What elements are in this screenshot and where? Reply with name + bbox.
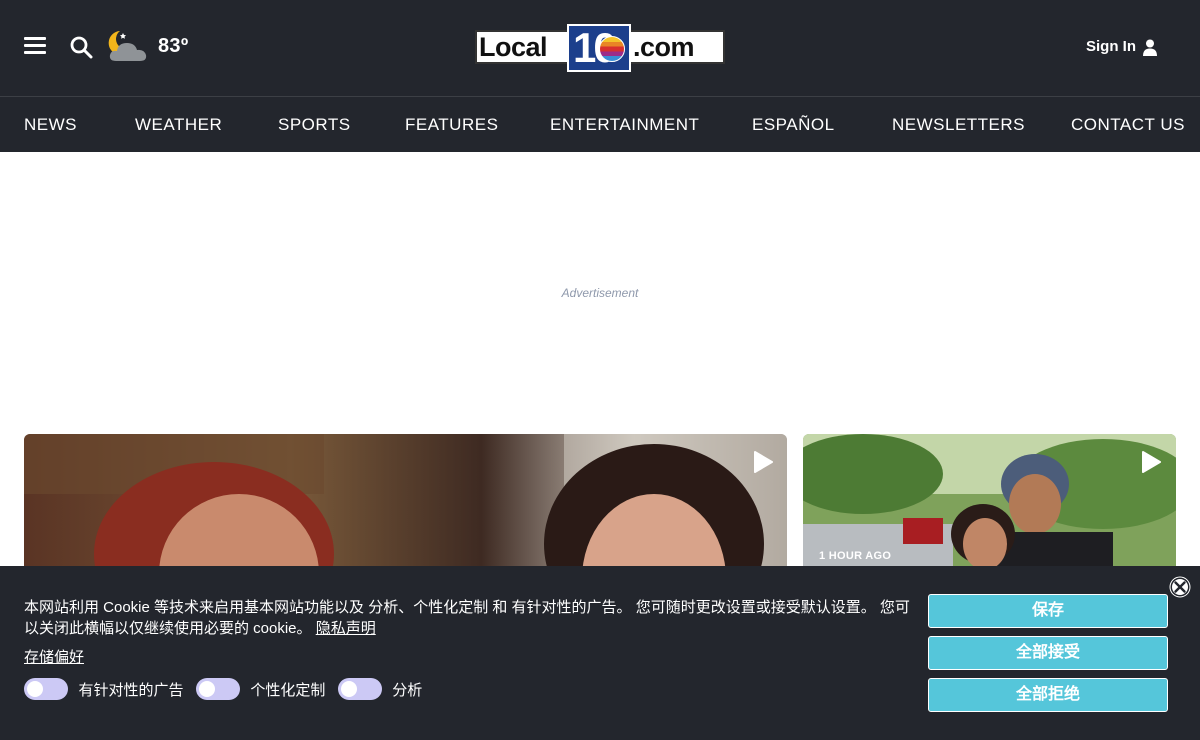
partly-cloudy-night-icon[interactable]	[106, 27, 154, 65]
advertisement-label: Advertisement	[561, 286, 639, 300]
search-icon[interactable]	[69, 35, 93, 59]
main-nav: NEWS WEATHER SPORTS FEATURES ENTERTAINME…	[0, 96, 1200, 152]
nav-item-sports[interactable]: SPORTS	[278, 115, 351, 135]
privacy-statement-link[interactable]: 隐私声明	[316, 620, 376, 637]
nav-item-contact-us[interactable]: CONTACT US	[1071, 115, 1185, 135]
cookie-message-text: 本网站利用 Cookie 等技术来启用基本网站功能以及 分析、个性化定制 和 有…	[24, 599, 910, 637]
close-icon[interactable]	[1168, 575, 1192, 599]
storage-preferences-link[interactable]: 存储偏好	[24, 646, 84, 667]
video-thumbnail-main	[24, 434, 787, 574]
nav-item-newsletters[interactable]: NEWSLETTERS	[892, 115, 1025, 135]
hamburger-menu-icon[interactable]	[24, 37, 46, 57]
consent-toggles: 有针对性的广告 个性化定制 分析	[24, 678, 430, 700]
play-icon[interactable]	[753, 451, 773, 473]
nav-item-weather[interactable]: WEATHER	[135, 115, 222, 135]
nav-item-news[interactable]: NEWS	[24, 115, 77, 135]
local10-logo[interactable]: Local .com 10	[475, 24, 725, 72]
sign-in-link[interactable]: Sign In	[1086, 38, 1136, 55]
toggle-label-targeted-ads: 有针对性的广告	[78, 681, 184, 699]
nav-item-features[interactable]: FEATURES	[405, 115, 498, 135]
toggle-analytics[interactable]	[337, 678, 382, 700]
logo-text-com: .com	[633, 32, 695, 62]
ad-slot: Advertisement	[0, 152, 1200, 434]
cookie-consent-banner: 本网站利用 Cookie 等技术来启用基本网站功能以及 分析、个性化定制 和 有…	[0, 566, 1200, 740]
toggle-label-personalization: 个性化定制	[250, 681, 326, 699]
video-card-main[interactable]	[24, 434, 787, 574]
card-timestamp: 1 HOUR AGO	[819, 550, 892, 562]
accept-all-button[interactable]: 全部接受	[928, 636, 1168, 670]
temperature: 83º	[158, 35, 189, 57]
play-icon[interactable]	[1141, 451, 1161, 473]
toggle-targeted-ads[interactable]	[24, 678, 68, 700]
reject-all-button[interactable]: 全部拒绝	[928, 678, 1168, 712]
toggle-personalization[interactable]	[195, 678, 240, 700]
nav-item-entertainment[interactable]: ENTERTAINMENT	[550, 115, 699, 135]
user-icon[interactable]	[1142, 39, 1158, 56]
video-card-side[interactable]: 1 HOUR AGO	[803, 434, 1176, 574]
nav-item-espanol[interactable]: ESPAÑOL	[752, 115, 835, 135]
logo-ball-icon	[599, 36, 625, 62]
toggle-label-analytics: 分析	[392, 681, 423, 699]
logo-text-local: Local	[479, 32, 548, 62]
cookie-message: 本网站利用 Cookie 等技术来启用基本网站功能以及 分析、个性化定制 和 有…	[24, 597, 914, 639]
site-header: 83º Local .com 10 Sign In	[0, 0, 1200, 96]
save-button[interactable]: 保存	[928, 594, 1168, 628]
